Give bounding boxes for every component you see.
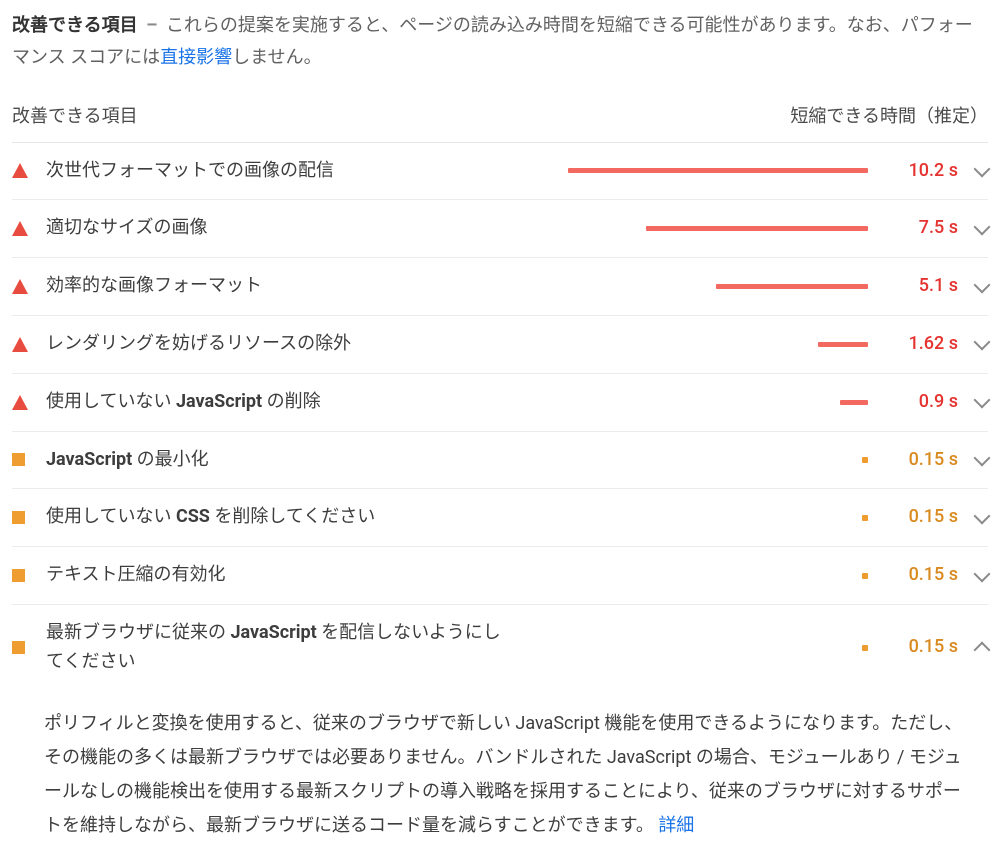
severity-high-icon: [12, 337, 46, 352]
chevron-down-icon[interactable]: [958, 340, 988, 348]
opportunity-label: 次世代フォーマットでの画像の配信: [46, 157, 516, 186]
savings-bar-track: [516, 161, 872, 181]
opportunity-label: 使用していない JavaScript の削除: [46, 388, 516, 417]
chevron-down-icon[interactable]: [958, 572, 988, 580]
col-header-item: 改善できる項目: [12, 103, 138, 132]
savings-bar: [646, 226, 868, 231]
intro-text-2: しません。: [232, 47, 321, 68]
savings-value: 5.1 s: [872, 272, 958, 301]
opportunity-label: テキスト圧縮の有効化: [46, 561, 516, 590]
chevron-down-icon[interactable]: [958, 398, 988, 406]
savings-bar: [818, 342, 868, 347]
opportunity-label: JavaScript の最小化: [46, 446, 516, 475]
savings-bar: [840, 400, 868, 405]
savings-value: 0.9 s: [872, 388, 958, 417]
direct-impact-link[interactable]: 直接影響: [160, 47, 232, 68]
severity-medium-icon: [12, 641, 46, 654]
savings-bar: [862, 457, 868, 463]
section-title: 改善できる項目: [12, 15, 138, 36]
savings-bar: [862, 515, 868, 521]
savings-value: 10.2 s: [872, 157, 958, 186]
savings-bar-track: [516, 450, 872, 470]
savings-bar: [716, 284, 868, 289]
savings-value: 1.62 s: [872, 330, 958, 359]
savings-value: 0.15 s: [872, 561, 958, 590]
learn-more-link[interactable]: 詳細: [658, 815, 694, 836]
savings-bar-track: [516, 638, 872, 658]
severity-high-icon: [12, 221, 46, 236]
opportunities-list: 次世代フォーマットでの画像の配信 10.2 s 適切なサイズの画像 7.5 s 効率的な…: [12, 143, 988, 687]
savings-bar-track: [516, 566, 872, 586]
opportunities-table-header: 改善できる項目 短縮できる時間（推定）: [12, 97, 988, 143]
severity-high-icon: [12, 163, 46, 178]
opportunity-detail-panel: ポリフィルと変換を使用すると、従来のブラウザで新しい JavaScript 機能…: [12, 687, 988, 848]
opportunity-label: 最新ブラウザに従来の JavaScript を配信しないようにしてください: [46, 619, 516, 677]
opportunity-row[interactable]: 使用していない JavaScript の削除 0.9 s: [12, 374, 988, 432]
savings-bar: [862, 573, 868, 579]
severity-medium-icon: [12, 569, 46, 582]
opportunities-intro: 改善できる項目 – これらの提案を実施すると、ページの読み込み時間を短縮できる可…: [12, 10, 988, 75]
chevron-down-icon[interactable]: [958, 514, 988, 522]
opportunity-row[interactable]: レンダリングを妨げるリソースの除外 1.62 s: [12, 316, 988, 374]
severity-medium-icon: [12, 511, 46, 524]
opportunity-label: レンダリングを妨げるリソースの除外: [46, 330, 516, 359]
chevron-up-icon[interactable]: [958, 640, 988, 656]
chevron-down-icon[interactable]: [958, 283, 988, 291]
opportunity-row[interactable]: 最新ブラウザに従来の JavaScript を配信しないようにしてください 0.1…: [12, 605, 988, 687]
opportunity-row[interactable]: 効率的な画像フォーマット 5.1 s: [12, 258, 988, 316]
savings-value: 0.15 s: [872, 446, 958, 475]
savings-value: 7.5 s: [872, 214, 958, 243]
chevron-down-icon[interactable]: [958, 225, 988, 233]
savings-bar: [568, 168, 868, 173]
chevron-down-icon[interactable]: [958, 456, 988, 464]
savings-bar-track: [516, 334, 872, 354]
severity-medium-icon: [12, 453, 46, 466]
opportunity-row[interactable]: テキスト圧縮の有効化 0.15 s: [12, 547, 988, 605]
savings-value: 0.15 s: [872, 633, 958, 662]
col-header-savings: 短縮できる時間（推定）: [790, 103, 988, 132]
chevron-down-icon[interactable]: [958, 167, 988, 175]
opportunity-row[interactable]: 適切なサイズの画像 7.5 s: [12, 200, 988, 258]
opportunity-label: 適切なサイズの画像: [46, 214, 516, 243]
savings-value: 0.15 s: [872, 503, 958, 532]
savings-bar-track: [516, 392, 872, 412]
opportunity-row[interactable]: 使用していない CSS を削除してください 0.15 s: [12, 489, 988, 547]
opportunity-label: 効率的な画像フォーマット: [46, 272, 516, 301]
opportunity-row[interactable]: 次世代フォーマットでの画像の配信 10.2 s: [12, 143, 988, 201]
severity-high-icon: [12, 279, 46, 294]
opportunity-row[interactable]: JavaScript の最小化 0.15 s: [12, 432, 988, 490]
severity-high-icon: [12, 395, 46, 410]
dash-separator: –: [142, 15, 161, 36]
savings-bar-track: [516, 219, 872, 239]
savings-bar-track: [516, 508, 872, 528]
opportunity-label: 使用していない CSS を削除してください: [46, 503, 516, 532]
savings-bar-track: [516, 277, 872, 297]
detail-text: ポリフィルと変換を使用すると、従来のブラウザで新しい JavaScript 機能…: [44, 713, 962, 837]
savings-bar: [862, 645, 868, 651]
